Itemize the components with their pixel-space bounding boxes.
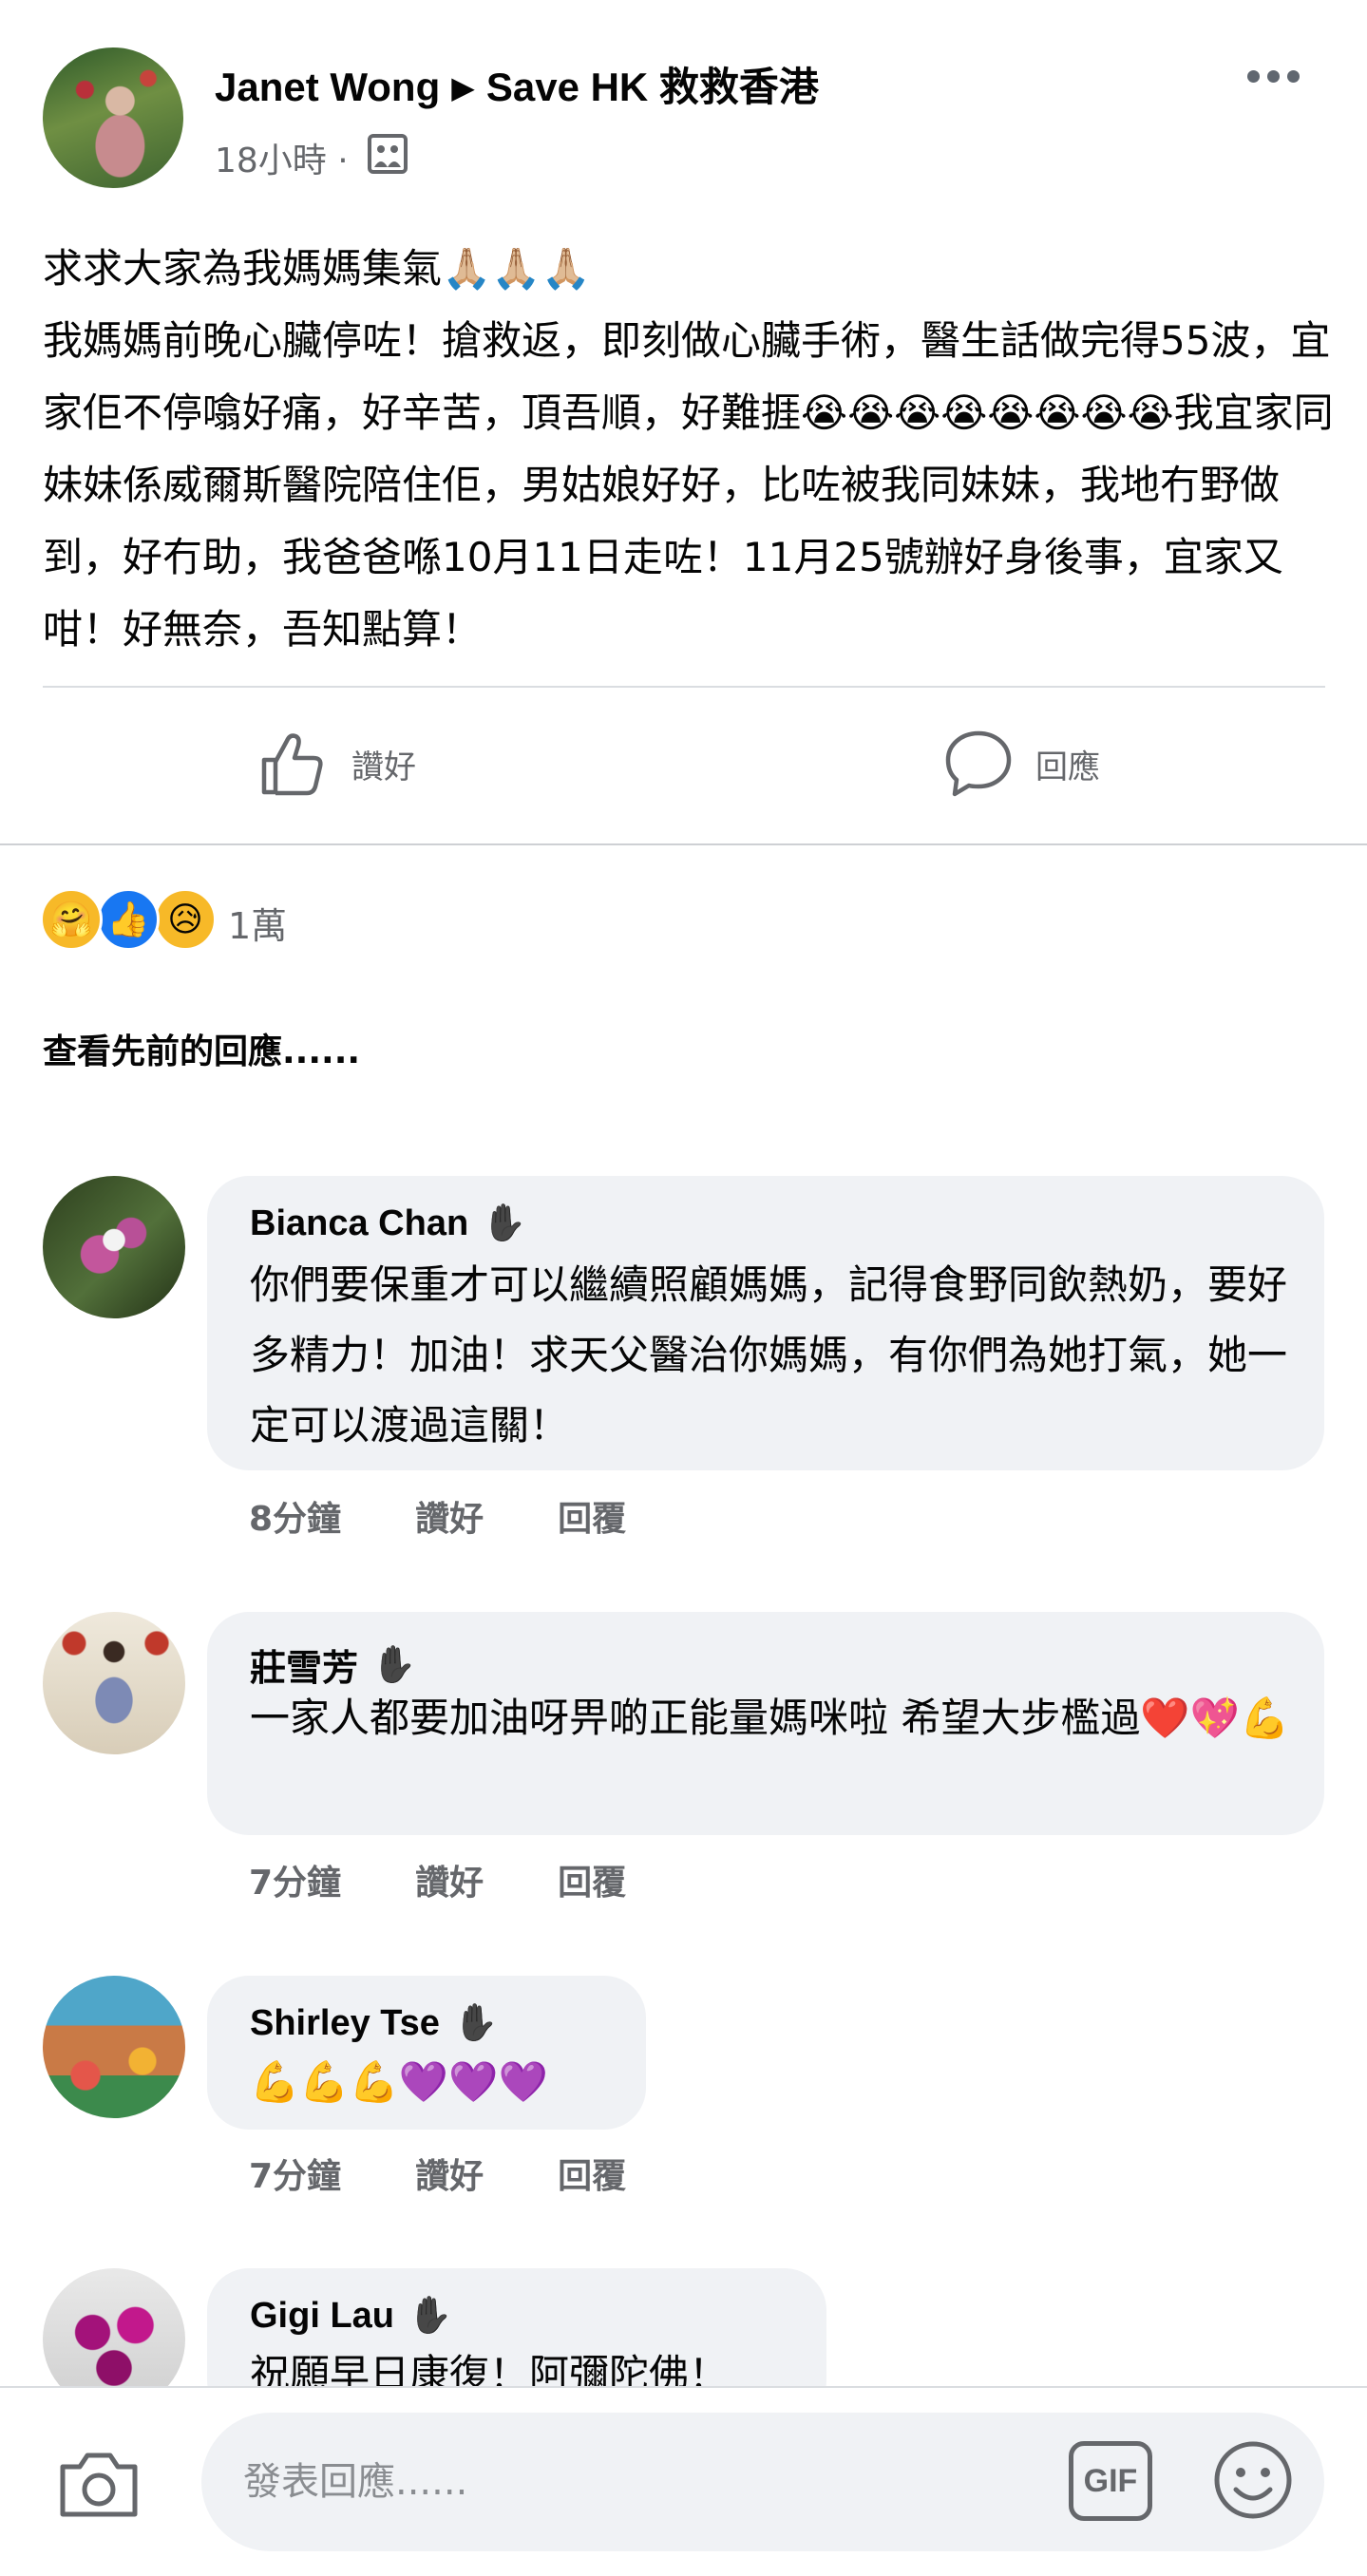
comment-like-button[interactable]: 讚好: [415, 1491, 484, 1541]
comment-bubble: Shirley Tse ✋ 💪💪💪💜💜💜: [207, 1976, 646, 2130]
view-previous-comments[interactable]: 查看先前的回應......: [43, 1024, 360, 1073]
comment-text: 你們要保重才可以繼續照顧媽媽，記得食野同飲熱奶，要好多精力！加油！求天父醫治你媽…: [250, 1261, 1288, 1449]
comment-time[interactable]: 8分鐘: [249, 1491, 341, 1541]
commenter-name[interactable]: Shirley Tse ✋: [250, 2002, 498, 2044]
comment-meta: 7分鐘 讚好 回覆: [249, 2149, 700, 2198]
commenter-name[interactable]: 莊雪芳 ✋: [250, 1638, 416, 1691]
comment-meta: 7分鐘 讚好 回覆: [249, 1855, 700, 1904]
wave-icon: ✋: [482, 1203, 527, 1243]
like-label: 讚好: [351, 748, 416, 786]
wave-icon: ✋: [452, 2003, 499, 2043]
camera-icon[interactable]: [55, 2446, 142, 2522]
post-author-line[interactable]: Janet Wong ▶ Save HK 救救香港: [215, 55, 819, 113]
author-name[interactable]: Janet Wong: [215, 65, 440, 109]
emoji-icon[interactable]: [1211, 2438, 1295, 2522]
author-avatar[interactable]: [43, 47, 183, 188]
comment-reply-button[interactable]: 回覆: [558, 1855, 626, 1904]
comment-reply-button[interactable]: 回覆: [558, 1491, 626, 1541]
separator: ·: [337, 142, 349, 180]
post-line-1: 求求大家為我媽媽集氣🙏🏼🙏🏼🙏🏼: [43, 245, 591, 292]
post-line-2: 我媽媽前晚心臟停咗！搶救返，即刻做心臟手術，醫生話做完得55波，宜家佢不停噏好痛…: [43, 317, 1334, 653]
like-reaction-icon[interactable]: 👍: [97, 888, 160, 951]
post-time[interactable]: 18小時: [215, 142, 327, 180]
share-arrow-icon: ▶: [451, 70, 475, 104]
comment-time[interactable]: 7分鐘: [249, 1855, 341, 1904]
comment-time[interactable]: 7分鐘: [249, 2149, 341, 2198]
gif-button[interactable]: GIF: [1069, 2441, 1152, 2521]
comment-label: 回應: [1035, 748, 1100, 786]
sad-reaction-icon[interactable]: 😥: [154, 888, 217, 951]
comment-bubble: Bianca Chan ✋ 你們要保重才可以繼續照顧媽媽，記得食野同飲熱奶，要好多…: [207, 1176, 1324, 1470]
like-button[interactable]: 讚好: [258, 728, 416, 800]
reaction-count[interactable]: 1萬: [228, 897, 287, 949]
wave-icon: ✋: [408, 2296, 453, 2336]
group-name[interactable]: Save HK 救救香港: [486, 65, 819, 109]
commenter-avatar[interactable]: [43, 1976, 185, 2118]
commenter-avatar[interactable]: [43, 1176, 185, 1318]
commenter-name[interactable]: Bianca Chan ✋: [250, 1203, 527, 1244]
comment-like-button[interactable]: 讚好: [415, 1855, 484, 1904]
comment-reply-button[interactable]: 回覆: [558, 2149, 626, 2198]
comment-bubble-icon: [945, 730, 1012, 797]
comment-like-button[interactable]: 讚好: [415, 2149, 484, 2198]
comment-bubble: 莊雪芳 ✋ 一家人都要加油呀畀啲正能量媽咪啦 希望大步檻過❤️💖💪: [207, 1612, 1324, 1835]
post-timestamp-line: 18小時 ·: [215, 133, 349, 182]
more-options-icon[interactable]: [1235, 57, 1311, 95]
wave-icon: ✋: [371, 1644, 417, 1685]
comment-button[interactable]: 回應: [942, 728, 1100, 800]
comment-meta: 8分鐘 讚好 回覆: [249, 1491, 700, 1541]
comment-text: 💪💪💪💜💜💜: [250, 2058, 548, 2105]
divider: [43, 686, 1325, 688]
commenter-avatar[interactable]: [43, 1612, 185, 1754]
comment-input[interactable]: [201, 2413, 1324, 2551]
commenter-name[interactable]: Gigi Lau ✋: [250, 2295, 452, 2337]
post-body: 求求大家為我媽媽集氣🙏🏼🙏🏼🙏🏼 我媽媽前晚心臟停咗！搶救返，即刻做心臟手術，醫…: [43, 233, 1335, 666]
care-reaction-icon[interactable]: 🤗: [40, 888, 103, 951]
comment-text: 一家人都要加油呀畀啲正能量媽咪啦 希望大步檻過❤️💖💪: [250, 1695, 1290, 1741]
group-audience-icon: [368, 134, 408, 174]
thumbs-up-icon: [261, 733, 323, 796]
section-divider: [0, 843, 1367, 845]
